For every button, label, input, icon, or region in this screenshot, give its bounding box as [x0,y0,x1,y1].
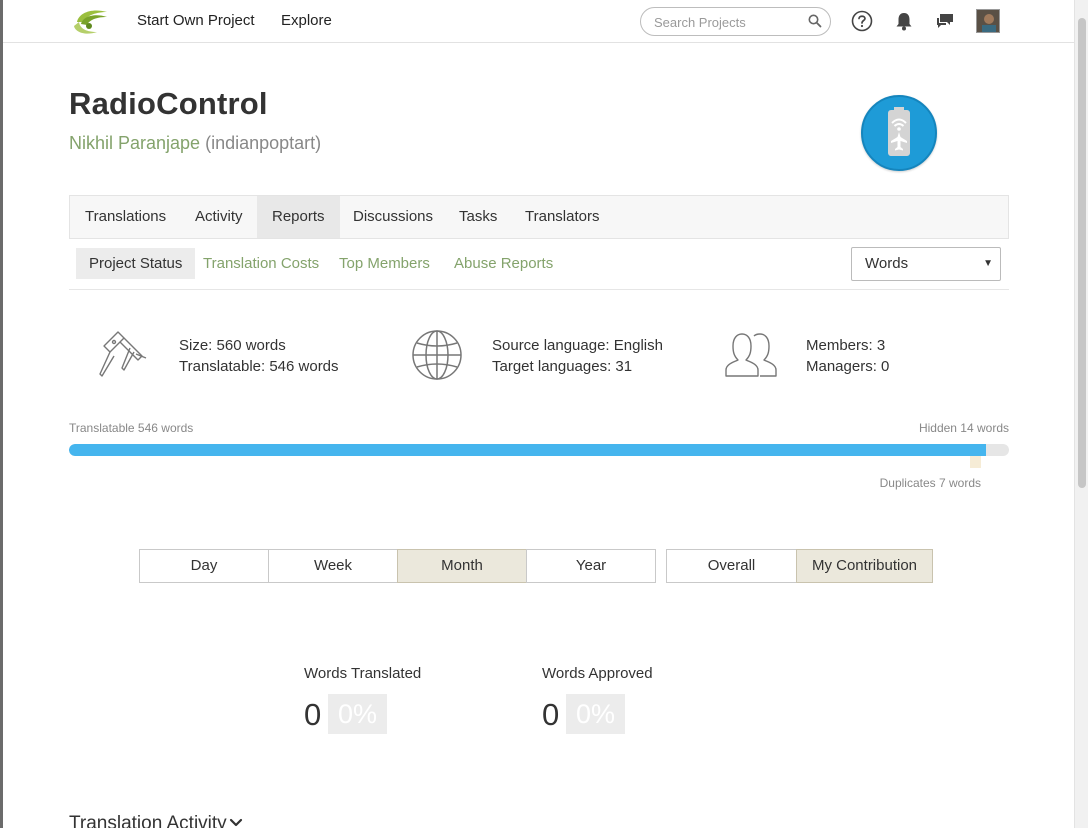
subtab-top-members[interactable]: Top Members [326,248,443,279]
members-icon [725,333,777,377]
owner-handle: (indianpoptart) [205,133,322,153]
words-translated-value: 0 [304,697,322,732]
crowdin-logo-icon[interactable] [71,6,111,36]
globe-icon [412,330,462,380]
duplicates-marker [970,456,981,468]
words-progress-bar [69,444,1009,456]
stat-target-languages: Target languages: 31 [492,358,633,375]
tab-translations[interactable]: Translations [70,196,181,238]
words-progress-fill [69,444,986,456]
dropdown-arrow-icon: ▼ [983,258,993,269]
progress-hidden-label: Hidden 14 words [918,421,1009,435]
stat-members: Members: 3 [806,337,886,354]
tab-reports[interactable]: Reports [257,196,340,238]
words-approved-percent: 0% [566,694,626,734]
chevron-down-icon[interactable] [229,818,243,828]
tab-activity[interactable]: Activity [180,196,258,238]
period-week-button[interactable]: Week [268,549,398,583]
tab-discussions[interactable]: Discussions [338,196,448,238]
period-year-button[interactable]: Year [526,549,656,583]
words-translated-label: Words Translated [304,665,422,682]
help-icon[interactable] [851,10,873,32]
subtab-abuse-reports[interactable]: Abuse Reports [441,248,566,279]
stat-source-language: Source language: English [492,337,663,354]
stat-size: Size: 560 words [179,337,286,354]
scope-my-contribution-button[interactable]: My Contribution [796,549,933,583]
progress-duplicates-label: Duplicates 7 words [879,476,981,490]
translation-activity-heading[interactable]: Translation Activity [69,813,227,828]
nav-explore[interactable]: Explore [281,12,332,29]
top-navigation: Start Own Project Explore [3,0,1074,43]
messages-icon[interactable] [934,10,956,32]
period-button-group: Day Week Month Year [139,549,656,583]
stat-managers: Managers: 0 [806,358,890,375]
user-avatar[interactable] [976,9,1000,33]
scope-button-group: Overall My Contribution [666,549,933,583]
scope-overall-button[interactable]: Overall [666,549,797,583]
period-day-button[interactable]: Day [139,549,269,583]
unit-select-value: Words [865,255,909,272]
stat-translatable: Translatable: 546 words [179,358,339,375]
subtab-translation-costs[interactable]: Translation Costs [190,248,332,279]
search-box[interactable] [640,7,831,36]
period-month-button[interactable]: Month [397,549,527,583]
words-approved-label: Words Approved [542,665,653,682]
words-translated-percent: 0% [328,694,388,734]
section-divider [69,289,1009,290]
search-input[interactable] [654,13,804,31]
subtab-project-status[interactable]: Project Status [76,248,196,279]
notifications-bell-icon[interactable] [893,10,915,32]
project-logo [861,95,937,171]
project-tabs: Translations Activity Reports Discussion… [69,195,1009,239]
unit-select[interactable]: Words ▼ [851,247,1001,281]
phone-airplane-icon [888,107,910,156]
words-approved-value: 0 [542,697,560,732]
project-owner: Nikhil Paranjape (indianpoptart) [69,133,321,154]
search-icon[interactable] [808,14,822,28]
tab-tasks[interactable]: Tasks [444,196,512,238]
nav-start-own-project[interactable]: Start Own Project [137,12,255,29]
project-title: RadioControl [69,86,268,121]
scrollbar-thumb[interactable] [1078,18,1086,488]
window-left-edge [0,0,3,828]
caliper-icon [99,331,147,377]
avatar-image [977,10,999,32]
progress-translatable-label: Translatable 546 words [69,421,194,435]
tab-translators[interactable]: Translators [510,196,614,238]
owner-name-link[interactable]: Nikhil Paranjape [69,133,200,153]
page-scrollbar[interactable] [1074,0,1088,828]
